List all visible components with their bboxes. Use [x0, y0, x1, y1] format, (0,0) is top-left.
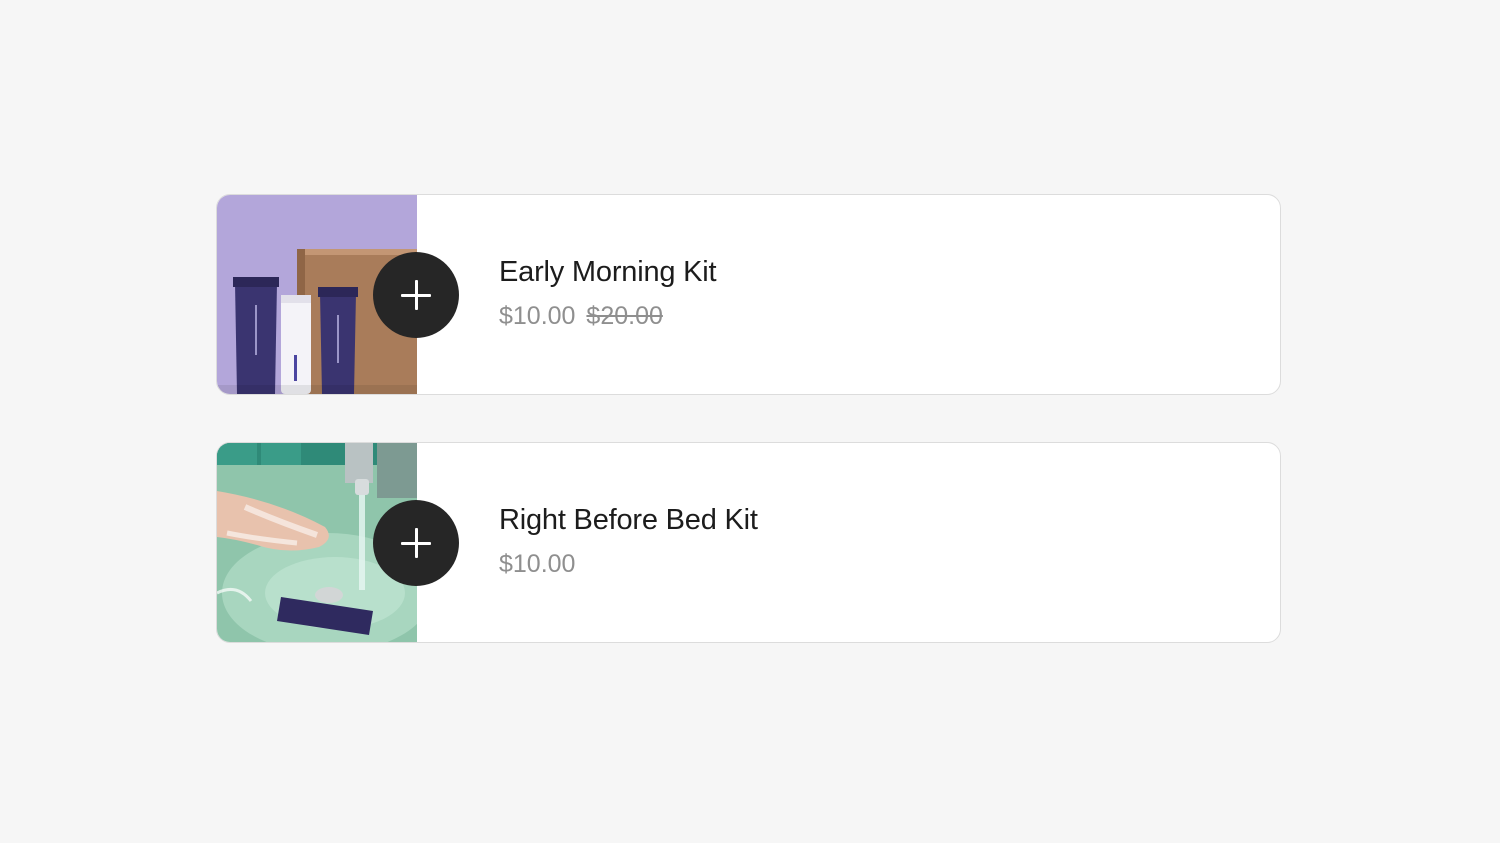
price-row: $10.00: [499, 549, 758, 579]
plus-icon: [401, 528, 431, 558]
add-to-cart-button[interactable]: [373, 500, 459, 586]
price-row: $10.00 $20.00: [499, 301, 716, 331]
product-name[interactable]: Early Morning Kit: [499, 255, 717, 289]
product-info: Right Before Bed Kit $10.00: [499, 503, 758, 579]
product-card-early-morning-kit[interactable]: Early Morning Kit $10.00 $20.00: [216, 194, 1281, 395]
sale-price: $10.00: [499, 302, 576, 330]
product-info: Early Morning Kit $10.00 $20.00: [499, 255, 717, 331]
product-list: Early Morning Kit $10.00 $20.00 Right Be…: [216, 194, 1281, 690]
add-to-cart-button[interactable]: [373, 252, 459, 338]
product-card-right-before-bed-kit[interactable]: Right Before Bed Kit $10.00: [216, 442, 1281, 643]
sale-price: $10.00: [499, 550, 576, 578]
product-name[interactable]: Right Before Bed Kit: [499, 503, 758, 537]
plus-icon: [401, 280, 431, 310]
original-price: $20.00: [586, 302, 663, 330]
